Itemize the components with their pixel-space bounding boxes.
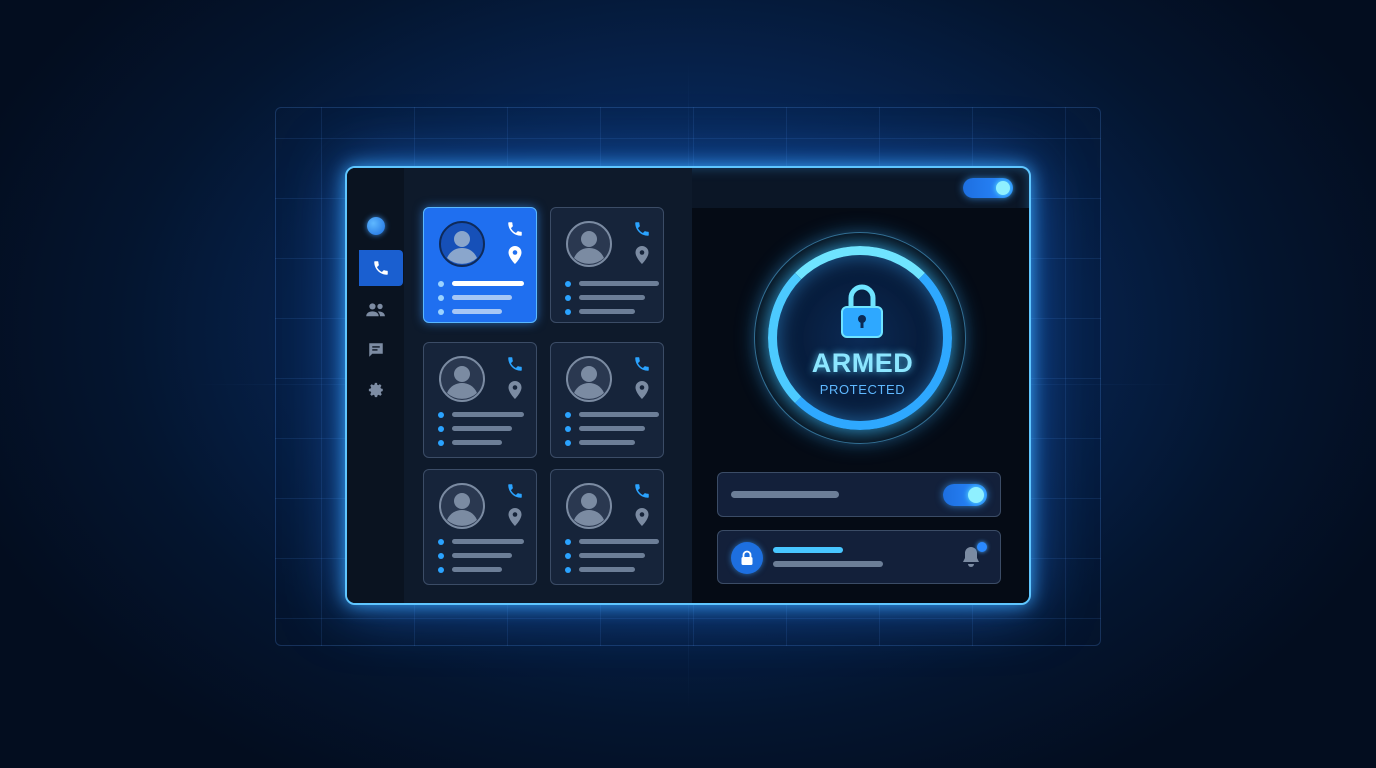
phone-icon[interactable] (633, 355, 651, 373)
location-pin-icon[interactable] (508, 508, 522, 526)
card-info-line (438, 411, 528, 419)
avatar-icon (566, 356, 612, 402)
card-info-line (565, 538, 659, 546)
gear-icon (368, 382, 383, 398)
notification-dot (977, 542, 987, 552)
notification-text-placeholder (773, 561, 883, 567)
card-info-line (438, 425, 528, 433)
avatar-icon (439, 221, 485, 267)
card-info-line (438, 538, 528, 546)
sidebar-item-settings[interactable] (347, 372, 404, 408)
setting-row (717, 472, 1001, 517)
contact-card[interactable] (423, 469, 537, 585)
card-info-line (438, 566, 528, 574)
location-pin-icon[interactable] (635, 508, 649, 526)
sidebar (347, 168, 404, 603)
location-pin-icon[interactable] (508, 381, 522, 399)
people-icon (365, 303, 385, 317)
sidebar-item-contacts[interactable] (347, 292, 404, 328)
card-info-line (438, 552, 528, 560)
card-info-line (565, 425, 655, 433)
card-info-line (565, 308, 655, 316)
card-info-line (438, 439, 528, 447)
card-info-line (565, 411, 659, 419)
lock-icon (741, 550, 753, 565)
card-info-line (565, 280, 659, 288)
card-info-line (565, 294, 655, 302)
notification-lock-badge (731, 542, 763, 574)
sidebar-logo (347, 208, 404, 244)
card-info-line (438, 308, 528, 316)
phone-icon[interactable] (506, 355, 524, 373)
phone-icon[interactable] (506, 482, 524, 500)
sidebar-item-calls[interactable] (359, 250, 403, 286)
avatar-icon (439, 483, 485, 529)
card-info-line (565, 552, 655, 560)
avatar-icon (566, 221, 612, 267)
avatar-icon (439, 356, 485, 402)
card-info-line (438, 294, 528, 302)
location-pin-icon[interactable] (508, 246, 522, 264)
status-title: ARMED (811, 348, 914, 378)
avatar-icon (566, 483, 612, 529)
master-toggle[interactable] (963, 178, 1013, 198)
toggle-knob (968, 487, 984, 503)
toggle-knob (996, 181, 1010, 195)
contact-card[interactable] (550, 207, 664, 323)
lock-icon (841, 284, 883, 338)
phone-icon (374, 261, 388, 275)
notification-title-placeholder (773, 547, 843, 553)
card-info-line (438, 280, 528, 288)
logo-icon (366, 217, 385, 235)
contacts-grid (404, 168, 692, 603)
card-info-line (565, 439, 655, 447)
contact-card[interactable] (423, 342, 537, 458)
contact-card[interactable] (550, 342, 664, 458)
security-panel: ARMED PROTECTED (692, 208, 1029, 603)
chat-icon (368, 343, 383, 357)
location-pin-icon[interactable] (635, 381, 649, 399)
notification-row[interactable] (717, 530, 1001, 584)
device-frame: ARMED PROTECTED (345, 166, 1031, 605)
card-info-line (565, 566, 655, 574)
sidebar-item-messages[interactable] (347, 332, 404, 368)
phone-icon[interactable] (633, 482, 651, 500)
setting-toggle[interactable] (943, 484, 987, 506)
phone-icon[interactable] (506, 220, 524, 238)
location-pin-icon[interactable] (635, 246, 649, 264)
setting-label-placeholder (731, 491, 839, 498)
phone-icon[interactable] (633, 220, 651, 238)
status-subtitle: PROTECTED (819, 382, 906, 397)
contact-card[interactable] (550, 469, 664, 585)
contact-card[interactable] (423, 207, 537, 323)
